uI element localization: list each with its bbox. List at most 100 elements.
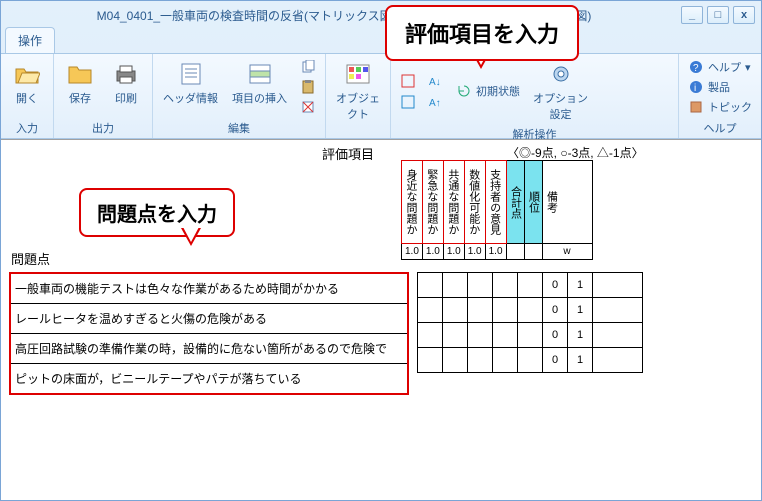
header-table: 身近な問題か 緊急な問題か 共通な問題か 数値化可能か 支持者の意見 合計点 順… — [401, 160, 593, 260]
cell[interactable] — [493, 348, 518, 373]
hnum-0[interactable]: 1.0 — [402, 244, 423, 260]
cell[interactable] — [518, 273, 543, 298]
ribbon-group-parse: A↓ A↑ 初期状態 オプション設定 解析操作 — [391, 54, 679, 138]
cell[interactable] — [418, 323, 443, 348]
cell: 0 — [543, 323, 568, 348]
cell[interactable] — [443, 348, 468, 373]
tab-operation[interactable]: 操作 — [5, 27, 55, 53]
cell[interactable] — [418, 348, 443, 373]
print-button[interactable]: 印刷 — [106, 58, 146, 108]
cell[interactable] — [468, 298, 493, 323]
cell[interactable] — [593, 298, 643, 323]
object-label: オブジェクト — [336, 90, 380, 122]
cell[interactable] — [418, 273, 443, 298]
open-button[interactable]: 開く — [7, 58, 47, 108]
issue-row-2[interactable]: 高圧回路試験の準備作業の時，設備的に危ない箇所があるので危険で — [11, 334, 407, 364]
sort-icon: A↓ — [428, 73, 444, 89]
hnum-5 — [506, 244, 524, 260]
ribbon-group-input: 開く 入力 — [1, 54, 54, 138]
cell: 1 — [568, 298, 593, 323]
paste-button[interactable] — [297, 78, 319, 96]
save-button[interactable]: 保存 — [60, 58, 100, 108]
cell[interactable] — [518, 348, 543, 373]
issue-row-0[interactable]: 一般車両の機能テストは色々な作業があるため時間がかかる — [11, 274, 407, 304]
cell: 0 — [543, 298, 568, 323]
help-button[interactable]: ?ヘルプ ▾ — [685, 58, 755, 76]
hnum-7: w — [542, 244, 592, 260]
topic-button[interactable]: トピック — [685, 98, 755, 116]
copy-icon — [300, 59, 316, 75]
cell[interactable] — [468, 348, 493, 373]
cell[interactable] — [468, 323, 493, 348]
content-area: 評価項目 〈◎-9点, ○-3点, △-1点〉 問題点 身近な問題か 緊急な問題… — [1, 139, 761, 500]
delete-item-button[interactable] — [297, 98, 319, 116]
svg-text:i: i — [694, 83, 696, 94]
ribbon-group-edit: ヘッダ情報 項目の挿入 編集 — [153, 54, 326, 138]
cell[interactable] — [443, 273, 468, 298]
cell[interactable] — [518, 298, 543, 323]
legend-text: 〈◎-9点, ○-3点, △-1点〉 — [507, 144, 644, 161]
parse-tool-2[interactable] — [397, 93, 419, 111]
cell[interactable] — [493, 273, 518, 298]
maximize-button[interactable]: □ — [707, 6, 729, 24]
hnum-2[interactable]: 1.0 — [443, 244, 464, 260]
info-icon: i — [688, 79, 704, 95]
option-label: オプション設定 — [533, 90, 588, 122]
cell[interactable] — [443, 323, 468, 348]
sum-header-1: 順位 — [528, 163, 539, 241]
cell[interactable] — [493, 298, 518, 323]
folder-open-icon — [13, 60, 41, 88]
header-info-button[interactable]: ヘッダ情報 — [159, 58, 222, 108]
eval-header-2[interactable]: 共通な問題か — [447, 163, 458, 241]
cell[interactable] — [593, 348, 643, 373]
cell: 0 — [543, 348, 568, 373]
hnum-1[interactable]: 1.0 — [422, 244, 443, 260]
document-icon — [177, 60, 205, 88]
parse-tool-4[interactable]: A↑ — [425, 93, 447, 111]
window-title: M04_0401_一般車両の検査時間の反省(マトリックス図).MX7 - Jus… — [7, 7, 681, 24]
minimize-button[interactable]: _ — [681, 6, 703, 24]
help-icon: ? — [688, 59, 704, 75]
close-button[interactable]: x — [733, 6, 755, 24]
option-settings-button[interactable]: オプション設定 — [529, 58, 592, 124]
cell[interactable] — [418, 298, 443, 323]
titlebar: M04_0401_一般車両の検査時間の反省(マトリックス図).MX7 - Jus… — [1, 1, 761, 29]
callout-eval: 評価項目を入力 — [385, 5, 579, 61]
issue-row-1[interactable]: レールヒータを温めすぎると火傷の危険がある — [11, 304, 407, 334]
hnum-3[interactable]: 1.0 — [464, 244, 485, 260]
eval-header-0[interactable]: 身近な問題か — [405, 163, 416, 241]
cell[interactable] — [593, 273, 643, 298]
parse-tool-3[interactable]: A↓ — [425, 72, 447, 90]
cell[interactable] — [493, 323, 518, 348]
cell[interactable] — [518, 323, 543, 348]
refresh-icon — [456, 83, 472, 99]
tab-row: 操作 — [1, 29, 761, 53]
eval-header-4[interactable]: 支持者の意見 — [489, 163, 500, 241]
sort-icon: A↑ — [428, 94, 444, 110]
delete-icon — [300, 99, 316, 115]
cell[interactable] — [593, 323, 643, 348]
cell: 1 — [568, 273, 593, 298]
issue-row-3[interactable]: ピットの床面が，ビニールテープやパテが落ちている — [11, 364, 407, 393]
app-window: M04_0401_一般車両の検査時間の反省(マトリックス図).MX7 - Jus… — [0, 0, 762, 501]
sum-header-0: 合計点 — [510, 163, 521, 241]
printer-icon — [112, 60, 140, 88]
cell: 1 — [568, 348, 593, 373]
copy-button[interactable] — [297, 58, 319, 76]
parse-tool-1[interactable] — [397, 72, 419, 90]
sum-header-2: 備考 — [546, 163, 557, 241]
issues-list: 一般車両の機能テストは色々な作業があるため時間がかかる レールヒータを温めすぎる… — [9, 272, 409, 395]
svg-text:A↑: A↑ — [429, 98, 441, 109]
book-icon — [688, 99, 704, 115]
eval-header-1[interactable]: 緊急な問題か — [426, 163, 437, 241]
product-button[interactable]: i製品 — [685, 78, 755, 96]
svg-text:A↓: A↓ — [429, 77, 441, 88]
cell[interactable] — [443, 298, 468, 323]
initial-state-button[interactable]: 初期状態 — [453, 82, 523, 100]
hnum-4[interactable]: 1.0 — [485, 244, 506, 260]
cell[interactable] — [468, 273, 493, 298]
gear-icon — [547, 60, 575, 88]
object-button[interactable]: オブジェクト — [332, 58, 384, 124]
eval-header-3[interactable]: 数値化可能か — [468, 163, 479, 241]
insert-item-button[interactable]: 項目の挿入 — [228, 58, 291, 108]
